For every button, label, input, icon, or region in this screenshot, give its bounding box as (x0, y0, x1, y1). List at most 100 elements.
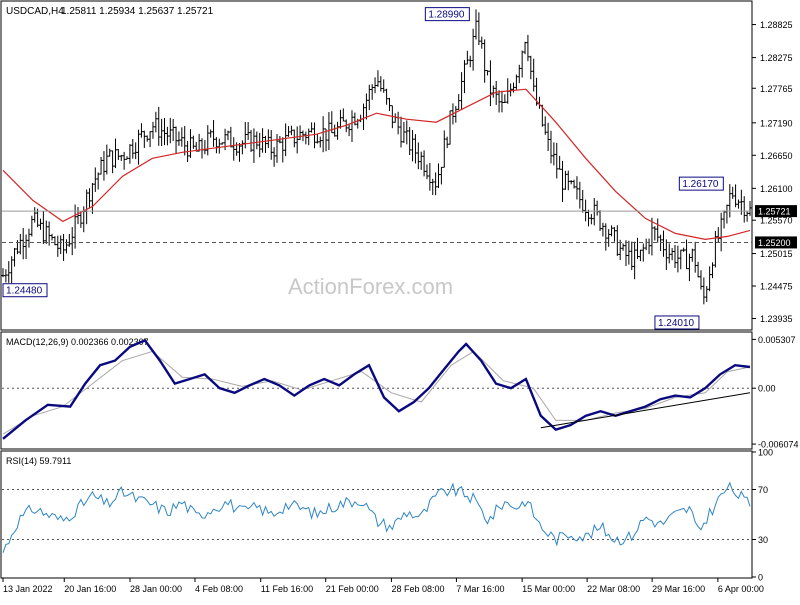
x-tick-label: 6 Apr 00:00 (718, 584, 764, 594)
price-bar (174, 126, 178, 154)
price-bar (682, 247, 686, 252)
price-bar (56, 235, 60, 257)
price-bar (70, 227, 74, 256)
price-bar (385, 88, 389, 105)
price-bar (160, 118, 164, 147)
price-bar (396, 111, 400, 135)
price-bar (670, 248, 674, 261)
price-bar (471, 28, 475, 71)
price-bar (439, 166, 443, 185)
x-tick-label: 22 Mar 08:00 (587, 584, 640, 594)
symbol-label: USDCAD,H4 (6, 6, 64, 17)
price-bar (246, 122, 250, 140)
price-bar (708, 266, 712, 292)
ohlc-label: 1.25811 1.25934 1.25637 1.25721 (61, 6, 214, 17)
price-bar (514, 74, 518, 90)
macd-ytick-label: 0.005307 (758, 335, 796, 345)
price-bar (258, 132, 262, 158)
price-bar (641, 243, 645, 262)
price-ytick-label: 1.27190 (760, 118, 793, 128)
price-bar (139, 123, 143, 138)
price-bar (575, 176, 579, 200)
price-bar (41, 211, 45, 244)
chart-window: ActionForex.com USDCAD,H4 1.25811 1.2593… (0, 0, 800, 600)
price-bar (581, 189, 585, 213)
price-bar (653, 226, 657, 241)
price-ytick-label: 1.24475 (760, 282, 793, 292)
price-bar (336, 121, 340, 140)
price-bar (154, 111, 158, 133)
price-bar (315, 133, 319, 144)
price-bar (592, 197, 596, 226)
price-bar (445, 136, 449, 149)
price-bar (561, 160, 565, 203)
price-bar (142, 130, 146, 148)
price-bar (379, 76, 383, 92)
price-bar (465, 50, 469, 65)
axis-layer: 1.28825 1.28275 1.27765 1.27190 1.26650 1.261… (2, 20, 799, 594)
price-bar (661, 230, 665, 257)
price-bar (719, 212, 723, 252)
price-bar (460, 72, 464, 110)
price-bar (713, 230, 717, 268)
price-bar (85, 189, 89, 225)
price-bar (168, 117, 172, 144)
price-bar (249, 129, 253, 152)
price-bar (67, 233, 71, 247)
price-bar (621, 243, 625, 251)
price-bar (615, 225, 619, 256)
price-bar (442, 130, 446, 168)
price-bar (693, 241, 697, 273)
price-bar (569, 180, 573, 185)
price-bar (359, 114, 363, 123)
price-bar (180, 127, 184, 147)
price-bar (33, 207, 37, 223)
price-bar (27, 228, 31, 248)
rsi-line (2, 481, 751, 553)
price-bar (102, 151, 106, 181)
price-bar (483, 39, 487, 83)
price-bar (604, 223, 608, 251)
price-bar (7, 261, 11, 283)
price-bar (18, 233, 22, 255)
price-bar (673, 245, 677, 269)
price-bar (558, 155, 562, 170)
price-bar (134, 142, 138, 160)
price-bar (275, 134, 279, 163)
price-bar (88, 188, 92, 209)
price-bar (119, 154, 123, 161)
price-bar (145, 135, 149, 142)
price-bar (289, 125, 293, 136)
price-bar (292, 129, 296, 148)
price-bar (431, 178, 435, 196)
price-bar (10, 256, 14, 284)
price-bar (644, 238, 648, 251)
price-bar (511, 82, 515, 93)
price-bar (437, 163, 441, 189)
price-bar (523, 41, 527, 55)
price-bar (584, 199, 588, 222)
price-bar (338, 109, 342, 129)
price-bar (509, 83, 513, 97)
price-bar (477, 12, 481, 46)
price-bar (47, 221, 51, 246)
price-bar (633, 241, 637, 280)
price-bar (226, 130, 230, 141)
price-bar (572, 179, 576, 189)
price-bar (353, 112, 357, 126)
price-bar (491, 85, 495, 98)
price-bar (598, 210, 602, 231)
price-bar (699, 270, 703, 290)
price-bar (151, 121, 155, 139)
price-bar (261, 128, 265, 153)
x-tick-label: 4 Feb 08:00 (195, 584, 243, 594)
price-bar (636, 237, 640, 260)
price-bar (232, 137, 236, 161)
price-bar (183, 126, 187, 156)
price-bar (212, 119, 216, 147)
price-bar (310, 122, 314, 133)
price-bar (79, 211, 83, 228)
price-bar (318, 136, 322, 148)
price-bar (702, 277, 706, 305)
price-bar (287, 126, 291, 137)
